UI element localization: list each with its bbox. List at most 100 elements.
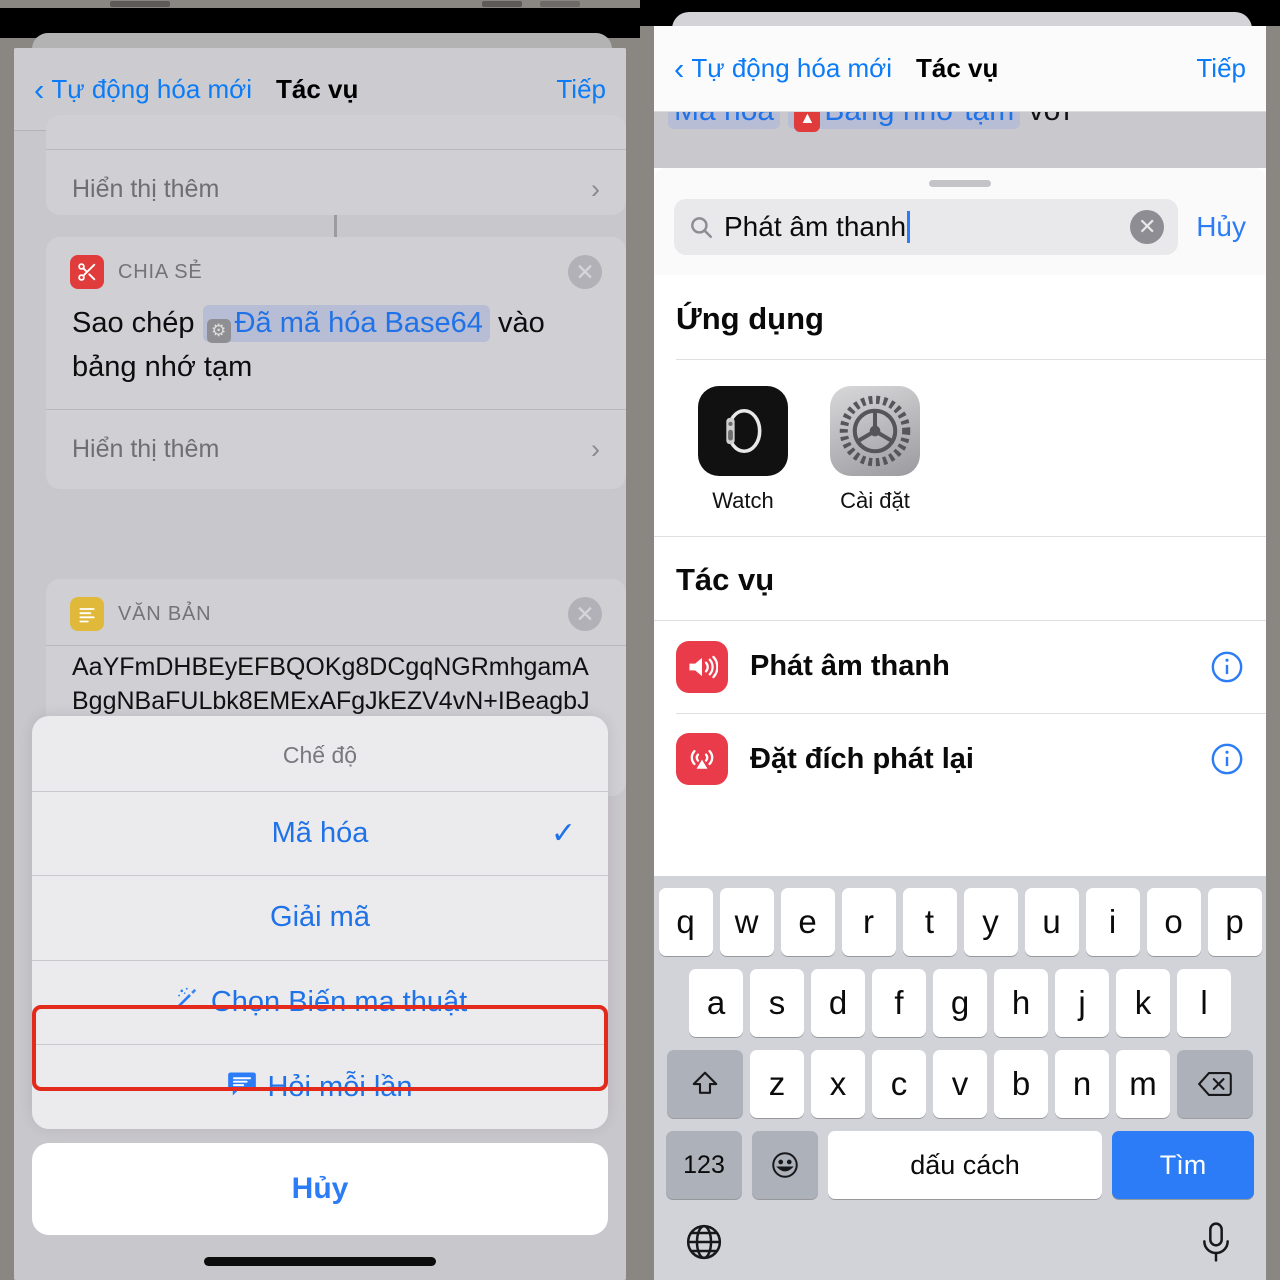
sheet-option-ask-each-time[interactable]: Hỏi mỗi lần xyxy=(32,1045,608,1129)
search-sheet: Phát âm thanh ✕ Hủy xyxy=(654,168,1266,275)
key-k[interactable]: k xyxy=(1116,969,1170,1037)
left-phone-screenshot: ‹ Tự động hóa mới Tác vụ Tiếp Hiển thị t… xyxy=(0,0,640,1280)
info-circle-icon[interactable] xyxy=(1210,650,1244,684)
key-j[interactable]: j xyxy=(1055,969,1109,1037)
home-indicator xyxy=(32,1235,608,1280)
sheet-option-label: Chọn Biến ma thuật xyxy=(210,985,468,1018)
key-b[interactable]: b xyxy=(994,1050,1048,1118)
share-action-card[interactable]: CHIA SẺ ✕ Sao chép ⚙ Đã mã hóa Base64 vào… xyxy=(46,237,626,489)
action-label: Đặt đích phát lại xyxy=(750,742,974,775)
speaker-wave-icon xyxy=(676,640,728,693)
search-cancel-button[interactable]: Hủy xyxy=(1196,211,1246,243)
search-input[interactable]: Phát âm thanh ✕ xyxy=(674,199,1179,255)
key-z[interactable]: z xyxy=(750,1050,804,1118)
share-text-before: Sao chép xyxy=(72,307,195,339)
next-button[interactable]: Tiếp xyxy=(556,74,606,105)
key-l[interactable]: l xyxy=(1177,969,1231,1037)
show-more-row-top[interactable]: Hiển thị thêm › xyxy=(46,150,626,216)
key-m[interactable]: m xyxy=(1116,1050,1170,1118)
action-item-set-playback-destination[interactable]: Đặt đích phát lại xyxy=(654,713,1266,805)
right-navigation-bar: ‹ Tự động hóa mới Tác vụ Tiếp xyxy=(654,26,1266,112)
airplay-audio-icon xyxy=(676,733,728,786)
text-cursor xyxy=(907,211,911,243)
microphone-icon[interactable] xyxy=(1196,1220,1236,1264)
action-item-play-sound[interactable]: Phát âm thanh xyxy=(654,621,1266,713)
key-w[interactable]: w xyxy=(719,888,774,956)
key-a[interactable]: a xyxy=(689,969,743,1037)
clear-search-icon[interactable]: ✕ xyxy=(1130,210,1165,244)
keyboard-row-4: 123 dấu cách Tìm xyxy=(654,1131,1266,1199)
key-g[interactable]: g xyxy=(933,969,987,1037)
emoji-smiley-icon[interactable] xyxy=(752,1131,818,1199)
keyboard-row-1: q w e r t y u i o p xyxy=(654,888,1266,956)
back-button[interactable]: ‹ Tự động hóa mới xyxy=(674,53,892,84)
key-n[interactable]: n xyxy=(1055,1050,1109,1118)
chevron-right-icon: › xyxy=(591,173,600,204)
sheet-option-decode[interactable]: Giải mã xyxy=(32,876,608,960)
app-name: Watch xyxy=(712,487,774,513)
remove-action-icon[interactable]: ✕ xyxy=(568,255,602,289)
sheet-option-magic-variable[interactable]: Chọn Biến ma thuật xyxy=(32,960,608,1044)
variable-label: Đã mã hóa Base64 xyxy=(234,307,483,339)
show-more-label: Hiển thị thêm xyxy=(72,434,220,463)
app-tile-settings[interactable]: Cài đặt xyxy=(830,385,920,514)
remove-action-icon[interactable]: ✕ xyxy=(568,597,602,631)
share-card-title: CHIA SẺ xyxy=(118,260,203,283)
right-phone-screenshot: ‹ Tự động hóa mới Tác vụ Tiếp Mã hóa ▲Bả… xyxy=(640,0,1280,1280)
checkmark-icon: ✓ xyxy=(550,816,576,850)
search-go-key[interactable]: Tìm xyxy=(1112,1131,1254,1199)
message-bubble-icon xyxy=(227,1070,257,1105)
key-y[interactable]: y xyxy=(963,888,1018,956)
key-f[interactable]: f xyxy=(872,969,926,1037)
chevron-right-icon: › xyxy=(591,433,600,464)
show-more-row-share[interactable]: Hiển thị thêm › xyxy=(46,410,626,489)
back-button[interactable]: ‹ Tự động hóa mới xyxy=(34,74,252,105)
action-sheet-cancel-button[interactable]: Hủy xyxy=(32,1143,608,1235)
mode-action-sheet: Chế độ Mã hóa ✓ Giải mã Chọn Biến ma thu… xyxy=(14,715,626,1280)
key-e[interactable]: e xyxy=(780,888,835,956)
next-button[interactable]: Tiếp xyxy=(1196,53,1246,84)
partially-hidden-action-row: Mã hóa ▲Bảng nhớ tạm với xyxy=(654,112,1266,168)
left-device-screen: ‹ Tự động hóa mới Tác vụ Tiếp Hiển thị t… xyxy=(14,48,626,1280)
key-t[interactable]: t xyxy=(902,888,957,956)
action-sheet-title: Chế độ xyxy=(282,741,358,768)
chevron-left-icon: ‹ xyxy=(34,71,45,107)
key-o[interactable]: o xyxy=(1146,888,1201,956)
globe-icon[interactable] xyxy=(684,1220,724,1264)
app-tile-watch[interactable]: Watch xyxy=(698,385,788,514)
card-connector-line xyxy=(334,215,337,237)
behind-token-1: Mã hóa xyxy=(668,112,781,129)
key-x[interactable]: x xyxy=(811,1050,865,1118)
sheet-option-label: Mã hóa xyxy=(271,816,369,849)
keyboard-footer xyxy=(654,1212,1266,1280)
shift-arrow-icon[interactable] xyxy=(667,1050,743,1118)
key-q[interactable]: q xyxy=(658,888,713,956)
key-r[interactable]: r xyxy=(841,888,896,956)
sheet-option-label: Hỏi mỗi lần xyxy=(267,1070,413,1103)
app-name: Cài đặt xyxy=(840,487,910,513)
key-p[interactable]: p xyxy=(1207,888,1262,956)
key-s[interactable]: s xyxy=(750,969,804,1037)
left-content-area: Hiển thị thêm › CHIA SẺ ✕ Sao chép ⚙ Đã … xyxy=(14,115,626,1280)
text-card-header: VĂN BẢN ✕ xyxy=(46,579,626,637)
show-more-label: Hiển thị thêm xyxy=(72,174,220,203)
magic-variable-token[interactable]: ⚙ Đã mã hóa Base64 xyxy=(202,305,490,343)
sheet-option-label: Giải mã xyxy=(270,901,370,934)
key-c[interactable]: c xyxy=(872,1050,926,1118)
page-title: Tác vụ xyxy=(916,53,999,83)
key-u[interactable]: u xyxy=(1024,888,1079,956)
key-d[interactable]: d xyxy=(811,969,865,1037)
key-h[interactable]: h xyxy=(994,969,1048,1037)
key-i[interactable]: i xyxy=(1085,888,1140,956)
space-key[interactable]: dấu cách xyxy=(828,1131,1102,1199)
right-device-screen: ‹ Tự động hóa mới Tác vụ Tiếp Mã hóa ▲Bả… xyxy=(654,26,1266,1280)
clipboard-icon: ▲ xyxy=(794,112,821,132)
key-v[interactable]: v xyxy=(933,1050,987,1118)
info-circle-icon[interactable] xyxy=(1210,742,1244,776)
gear-icon: ⚙ xyxy=(206,319,231,343)
backspace-icon[interactable] xyxy=(1177,1050,1253,1118)
keyboard-row-2: a s d f g h j k l xyxy=(654,969,1266,1037)
numbers-key[interactable]: 123 xyxy=(666,1131,742,1199)
sheet-option-encode[interactable]: Mã hóa ✓ xyxy=(32,791,608,875)
sheet-grabber-handle[interactable] xyxy=(654,168,1266,195)
